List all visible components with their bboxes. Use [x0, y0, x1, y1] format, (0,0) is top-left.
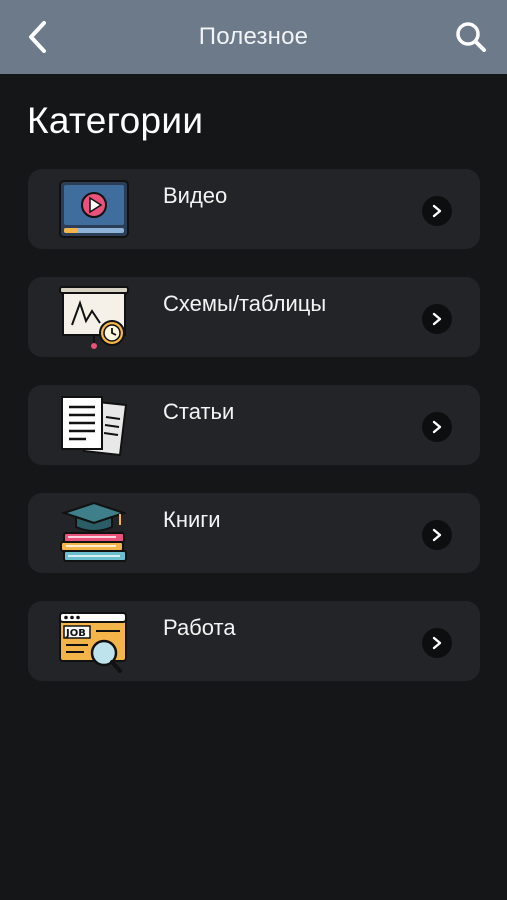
category-label: Книги — [163, 507, 221, 532]
books-graduation-cap-icon — [60, 501, 128, 562]
category-item-video[interactable]: Видео — [28, 169, 480, 249]
section-title: Категории — [27, 100, 204, 141]
chevron-right-icon[interactable] — [422, 520, 452, 550]
chevron-right-icon[interactable] — [422, 196, 452, 226]
chevron-right-icon[interactable] — [422, 304, 452, 334]
category-list: Видео Схемы/таблицы Статьи Книги JOB Раб… — [28, 169, 480, 709]
category-item-job[interactable]: JOB Работа — [28, 601, 480, 681]
category-label: Схемы/таблицы — [163, 291, 327, 316]
chevron-left-icon — [29, 21, 46, 53]
category-label: Статьи — [163, 399, 235, 424]
page-title: Полезное — [198, 23, 309, 50]
presentation-board-icon — [59, 286, 129, 349]
back-button[interactable] — [18, 17, 58, 57]
category-item-articles[interactable]: Статьи — [28, 385, 480, 465]
category-item-schemes[interactable]: Схемы/таблицы — [28, 277, 480, 357]
video-player-icon — [59, 180, 129, 238]
search-button[interactable] — [449, 15, 493, 59]
chevron-right-icon[interactable] — [422, 412, 452, 442]
documents-icon — [61, 396, 128, 457]
job-search-icon: JOB — [59, 612, 127, 673]
search-icon — [456, 22, 486, 52]
chevron-right-icon[interactable] — [422, 628, 452, 658]
category-label: Видео — [163, 183, 228, 208]
category-label: Работа — [163, 615, 236, 640]
svg-text:JOB: JOB — [65, 628, 86, 639]
category-item-books[interactable]: Книги — [28, 493, 480, 573]
top-bar: Полезное — [0, 0, 507, 74]
